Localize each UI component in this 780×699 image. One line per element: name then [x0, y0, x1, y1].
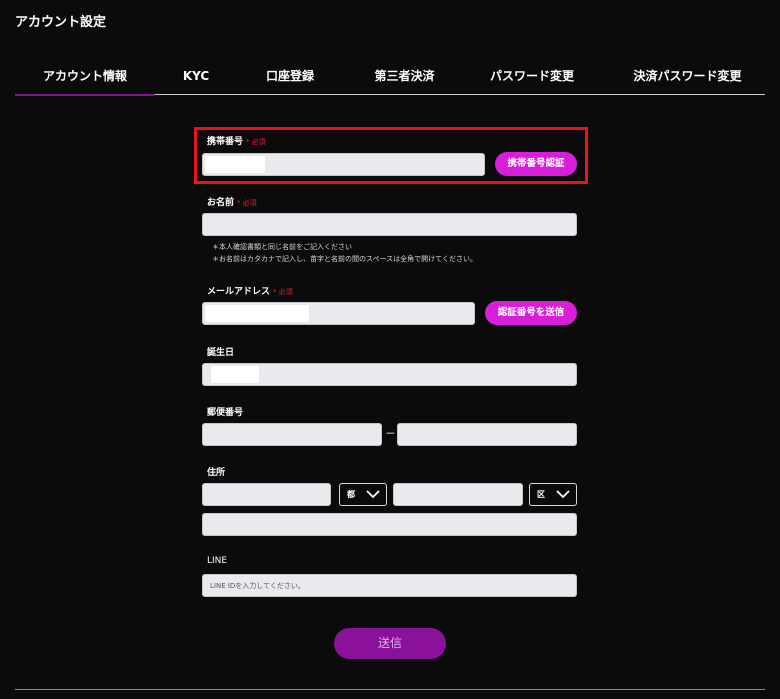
email-label: メールアドレス * 必須 [207, 284, 293, 297]
name-input[interactable] [202, 213, 577, 236]
tab-password-change[interactable]: パスワード変更 [477, 64, 587, 94]
page-title: アカウント設定 [15, 15, 107, 30]
ward-select[interactable]: 区 [529, 483, 577, 506]
address-detail-input[interactable] [202, 513, 577, 536]
tab-third-party-payment[interactable]: 第三者決済 [357, 64, 452, 94]
tab-bar: アカウント情報 KYC 口座登録 第三者決済 パスワード変更 決済パスワード変更 [15, 64, 765, 96]
postal-label: 郵便番号 [207, 408, 244, 418]
send-code-button[interactable]: 認証番号を送信 [485, 301, 577, 325]
required-mark: * 必須 [237, 199, 257, 207]
ward-select-value: 区 [537, 490, 545, 499]
tab-account-info[interactable]: アカウント情報 [15, 64, 155, 96]
line-id-placeholder: LINE IDを入力してください。 [210, 582, 305, 590]
divider [15, 689, 765, 690]
address-city-input[interactable] [202, 483, 331, 506]
redaction-mask [205, 305, 309, 322]
tab-payment-password-change[interactable]: 決済パスワード変更 [620, 64, 755, 94]
name-note-1: ＊本人確認書類と同じ名前をご記入ください [212, 243, 352, 251]
address-label: 住所 [207, 468, 226, 478]
phone-label-text: 携帯番号 [207, 137, 244, 147]
phone-verify-button[interactable]: 携帯番号認証 [495, 152, 577, 176]
postal-code-second-input[interactable] [397, 423, 577, 446]
chevron-down-icon [556, 490, 570, 499]
name-label: お名前 * 必須 [207, 195, 257, 208]
phone-label: 携帯番号 * 必須 [207, 134, 266, 147]
email-input[interactable] [202, 302, 475, 325]
submit-button[interactable]: 送信 [334, 628, 446, 659]
tab-bank-registration[interactable]: 口座登録 [250, 64, 330, 94]
prefecture-select-value: 都 [347, 490, 355, 499]
prefecture-select[interactable]: 都 [339, 483, 387, 506]
required-mark: * 必須 [273, 288, 293, 296]
email-label-text: メールアドレス [207, 287, 271, 297]
line-id-input[interactable]: LINE IDを入力してください。 [202, 574, 577, 597]
line-label: LINE [207, 556, 228, 566]
birthday-input[interactable] [202, 363, 577, 386]
tab-kyc[interactable]: KYC [165, 64, 227, 94]
address-district-input[interactable] [393, 483, 523, 506]
postal-separator: － [385, 427, 396, 440]
chevron-down-icon [366, 490, 380, 499]
phone-input[interactable] [202, 153, 485, 176]
birthday-label: 誕生日 [207, 348, 235, 358]
redaction-mask [205, 156, 265, 173]
redaction-mask [211, 366, 259, 383]
name-label-text: お名前 [207, 198, 235, 208]
name-note-2: ＊お名前はカタカナで記入し、苗字と名前の間のスペースは全角で開けてください。 [212, 255, 477, 263]
required-mark: * 必須 [246, 138, 266, 146]
postal-code-first-input[interactable] [202, 423, 382, 446]
